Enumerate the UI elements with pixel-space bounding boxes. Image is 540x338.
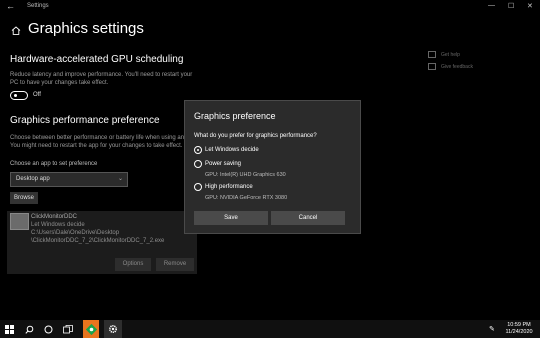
dialog-title: Graphics preference [194, 111, 276, 121]
gpu-scheduling-heading: Hardware-accelerated GPU scheduling [10, 54, 184, 65]
title-bar [0, 0, 540, 14]
app-path-2: \ClickMonitorDDC_7_2\ClickMonitorDDC_7_2… [31, 238, 165, 244]
cortana-icon[interactable] [39, 320, 57, 338]
taskbar [0, 320, 540, 338]
option-high-performance[interactable]: High performance [205, 184, 253, 190]
remove-button[interactable]: Remove [156, 258, 194, 271]
option-power-saving[interactable]: Power saving [205, 161, 241, 167]
graphics-pref-desc-1: Choose between better performance or bat… [10, 135, 185, 141]
minimize-icon[interactable]: — [488, 2, 495, 9]
app-preference: Let Windows decide [31, 222, 85, 228]
toggle-state-label: Off [33, 92, 41, 98]
give-feedback-link[interactable]: Give feedback [441, 64, 473, 70]
options-button[interactable]: Options [115, 258, 151, 271]
option-let-windows-decide[interactable]: Let Windows decide [205, 147, 259, 153]
power-saving-gpu: GPU: Intel(R) UHD Graphics 630 [205, 172, 286, 178]
gpu-scheduling-desc-1: Reduce latency and improve performance. … [10, 72, 193, 78]
help-icon [428, 51, 436, 58]
clickmonitorddc-taskbar-icon[interactable] [83, 320, 99, 338]
close-icon[interactable]: ✕ [527, 2, 533, 10]
maximize-icon[interactable]: ☐ [508, 2, 514, 10]
high-performance-gpu: GPU: NVIDIA GeForce RTX 3080 [205, 195, 288, 201]
dialog-question: What do you prefer for graphics performa… [194, 133, 317, 139]
gpu-scheduling-toggle[interactable] [10, 91, 28, 100]
pen-icon[interactable]: ✎ [489, 325, 495, 333]
window-title: Settings [27, 3, 49, 9]
select-label: Choose an app to set preference [10, 161, 98, 167]
settings-gear-icon[interactable] [104, 320, 122, 338]
app-path-1: C:\Users\Dale\OneDrive\Desktop [31, 230, 120, 236]
page-title: Graphics settings [28, 20, 144, 37]
gpu-scheduling-desc-2: PC to have your changes take effect. [10, 80, 109, 86]
back-arrow-icon[interactable]: ← [6, 1, 15, 11]
taskbar-clock[interactable]: 10:59 PM 11/24/2020 [502, 322, 536, 336]
radio-selected-dot [197, 149, 199, 151]
browse-button[interactable]: Browse [10, 192, 38, 204]
cancel-button[interactable]: Cancel [271, 211, 345, 225]
save-button[interactable]: Save [194, 211, 268, 225]
get-help-link[interactable]: Get help [441, 52, 460, 58]
graphics-pref-desc-2: You might need to restart the app for yo… [10, 143, 183, 149]
app-name: ClickMonitorDDC [31, 214, 78, 220]
clock-time: 10:59 PM [507, 322, 531, 328]
radio-high-performance[interactable] [194, 183, 202, 191]
windows-start-icon[interactable] [0, 320, 18, 338]
radio-let-windows-decide[interactable] [194, 146, 202, 154]
graphics-pref-heading: Graphics performance preference [10, 115, 160, 126]
app-icon [10, 213, 29, 230]
radio-power-saving[interactable] [194, 160, 202, 168]
app-type-dropdown[interactable]: Desktop app ⌄ [10, 172, 128, 187]
task-view-icon[interactable] [59, 320, 77, 338]
toggle-knob [14, 94, 17, 97]
chevron-down-icon: ⌄ [117, 176, 123, 182]
home-icon [11, 26, 21, 35]
search-icon[interactable] [20, 320, 38, 338]
feedback-icon [428, 63, 436, 70]
app-type-value: Desktop app [16, 176, 50, 182]
clock-date: 11/24/2020 [505, 329, 533, 335]
